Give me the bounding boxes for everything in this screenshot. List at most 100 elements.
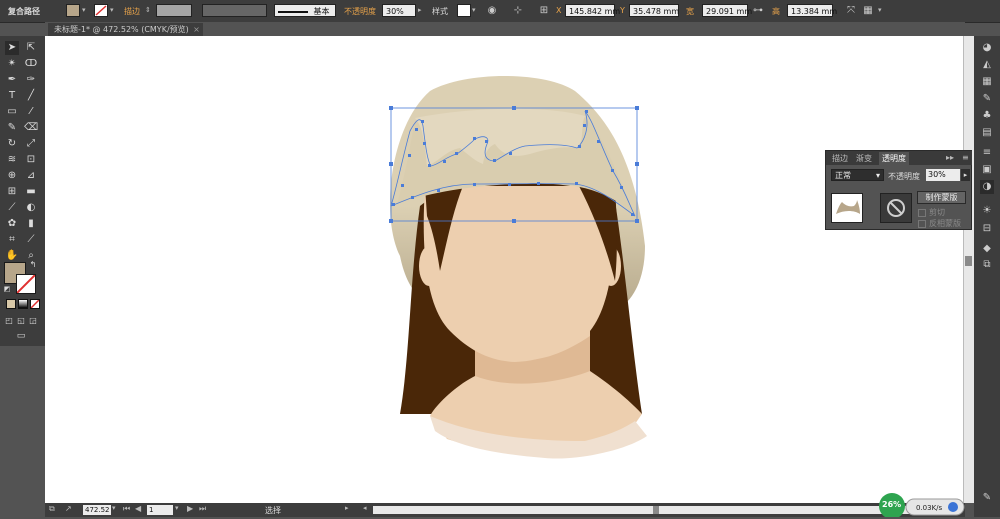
rectangle-tool[interactable]: ▭: [5, 105, 19, 119]
free-transform-tool[interactable]: ⊡: [24, 153, 38, 167]
isolate-icon[interactable]: ▦: [862, 4, 874, 17]
reference-point-icon[interactable]: ⊞: [538, 4, 550, 17]
object-thumbnail[interactable]: [831, 193, 863, 223]
height-input[interactable]: 13.384 mm: [787, 4, 837, 17]
curvature-tool[interactable]: ✑: [24, 73, 38, 87]
scroll-left-icon[interactable]: ◂: [363, 504, 367, 512]
opacity-dropdown-icon[interactable]: ▸: [418, 6, 422, 14]
artboard-dropdown-icon[interactable]: ▾: [175, 504, 179, 512]
line-tool[interactable]: ╱: [24, 89, 38, 103]
fill-dropdown-icon[interactable]: ▾: [82, 6, 86, 14]
isolate-dropdown-icon[interactable]: ▾: [878, 6, 882, 14]
scroll-thumb[interactable]: [965, 256, 972, 266]
align-options-icon[interactable]: ⊹: [512, 4, 524, 17]
swatches-icon[interactable]: ▦: [980, 75, 994, 89]
none-mode-icon[interactable]: [30, 299, 40, 309]
fill-swatch[interactable]: [66, 4, 80, 17]
gradient-tool[interactable]: ▬: [24, 185, 38, 199]
opacity-label[interactable]: 不透明度: [344, 6, 376, 17]
transparency-panel-icon[interactable]: ◑: [980, 180, 994, 194]
stroke-weight-stepper-icon[interactable]: ⇕: [145, 6, 151, 14]
slice-tool[interactable]: ⟋: [24, 233, 38, 247]
clip-checkbox[interactable]: 剪切: [918, 207, 945, 218]
gradient-panel-icon[interactable]: ▣: [980, 163, 994, 177]
swap-fill-stroke-icon[interactable]: ↰: [28, 258, 38, 272]
h-scroll-thumb[interactable]: [653, 506, 659, 514]
perspective-tool[interactable]: ⊿: [24, 169, 38, 183]
eraser-tool[interactable]: ⌫: [24, 121, 38, 135]
color-mode-icon[interactable]: [6, 299, 16, 309]
stroke-panel-icon[interactable]: ≡: [980, 146, 994, 160]
next-artboard-icon[interactable]: ▶: [187, 504, 193, 513]
make-mask-button[interactable]: 制作蒙版: [917, 191, 966, 204]
close-tab-icon[interactable]: ×: [193, 23, 200, 36]
zoom-input[interactable]: 472.52: [83, 505, 111, 515]
shape-builder-tool[interactable]: ⊕: [5, 169, 19, 183]
magic-wand-tool[interactable]: ✴: [5, 57, 19, 71]
gradient-mode-icon[interactable]: [18, 299, 28, 309]
graphic-styles-icon[interactable]: ▤: [980, 126, 994, 140]
scale-tool[interactable]: ⤢: [24, 137, 38, 151]
warp-tool[interactable]: ≋: [5, 153, 19, 167]
brushes-icon[interactable]: ✎: [980, 92, 994, 106]
stroke-swatch[interactable]: [94, 4, 108, 17]
artboard-number-input[interactable]: 1: [147, 505, 173, 515]
first-artboard-icon[interactable]: ⏮: [123, 504, 130, 514]
recolor-artwork-icon[interactable]: ◉: [486, 4, 498, 17]
previous-artboard-icon[interactable]: ◀: [135, 504, 141, 513]
vertical-scrollbar[interactable]: [963, 36, 974, 503]
panel-opacity-input[interactable]: 30%: [926, 169, 960, 181]
artboard-nav-icon[interactable]: ⧉: [49, 504, 55, 514]
horizontal-scrollbar[interactable]: [373, 506, 933, 514]
type-tool[interactable]: T: [5, 89, 19, 103]
stroke-weight-field[interactable]: [156, 4, 192, 17]
variable-width-profile[interactable]: [202, 4, 267, 17]
color-panel-icon[interactable]: ◕: [980, 41, 994, 55]
draw-behind-icon[interactable]: ◱: [16, 314, 26, 328]
artboards-icon[interactable]: ⧉: [980, 258, 994, 272]
hand-tool[interactable]: ✋: [5, 249, 19, 263]
transform-icon[interactable]: ⤧: [845, 4, 857, 17]
draw-normal-icon[interactable]: ◰: [4, 314, 14, 328]
mesh-tool[interactable]: ⊞: [5, 185, 19, 199]
appearance-icon[interactable]: ☀: [980, 204, 994, 218]
opacity-mask-thumbnail[interactable]: [880, 193, 912, 223]
y-input[interactable]: 35.478 mm: [629, 4, 679, 17]
blend-tool[interactable]: ◐: [24, 201, 38, 215]
artboard-canvas[interactable]: [45, 36, 963, 503]
lasso-tool[interactable]: ↀ: [24, 57, 38, 71]
pen-tool[interactable]: ✒: [5, 73, 19, 87]
width-input[interactable]: 29.091 mm: [702, 4, 752, 17]
wrench-icon[interactable]: ✎: [980, 491, 994, 505]
screen-mode-icon[interactable]: ▭: [14, 329, 28, 343]
symbol-sprayer-tool[interactable]: ✿: [5, 217, 19, 231]
style-dropdown-icon[interactable]: ▾: [472, 6, 476, 14]
stroke-label[interactable]: 描边: [124, 6, 140, 17]
default-colors-icon[interactable]: ◩: [2, 282, 12, 296]
align-icon[interactable]: ⊟: [980, 222, 994, 236]
panel-menu-icon[interactable]: ≡: [962, 153, 969, 162]
invert-mask-checkbox[interactable]: 反相蒙版: [918, 218, 961, 229]
document-tab[interactable]: 未标题-1* @ 472.52% (CMYK/预览) ×: [48, 23, 203, 36]
network-speed-widget[interactable]: 26% 0.03K/s: [876, 493, 970, 519]
eyedropper-tool[interactable]: ⟋: [5, 201, 19, 215]
blend-mode-select[interactable]: 正常 ▾: [831, 169, 884, 181]
pencil-tool[interactable]: ✎: [5, 121, 19, 135]
artboard-tool[interactable]: ⌗: [5, 233, 19, 247]
share-icon[interactable]: ↗: [65, 504, 72, 513]
tab-transparency[interactable]: 透明度: [879, 152, 909, 165]
color-guide-icon[interactable]: ◭: [980, 58, 994, 72]
stroke-dropdown-icon[interactable]: ▾: [110, 6, 114, 14]
graphic-style-swatch[interactable]: [457, 4, 471, 17]
collapse-icon[interactable]: ▸▸: [946, 153, 954, 162]
layers-icon[interactable]: ◆: [980, 242, 994, 256]
status-menu-icon[interactable]: ▸: [345, 504, 349, 512]
panel-opacity-arrow-icon[interactable]: ▸: [961, 169, 970, 181]
last-artboard-icon[interactable]: ⏭: [199, 504, 206, 514]
opacity-input[interactable]: 30%: [382, 4, 416, 17]
x-input[interactable]: 145.842 mm: [565, 4, 620, 17]
tab-gradient[interactable]: 渐变: [856, 153, 872, 164]
selection-tool[interactable]: ➤: [5, 41, 19, 55]
direct-selection-tool[interactable]: ⇱: [24, 41, 38, 55]
symbols-icon[interactable]: ♣: [980, 109, 994, 123]
